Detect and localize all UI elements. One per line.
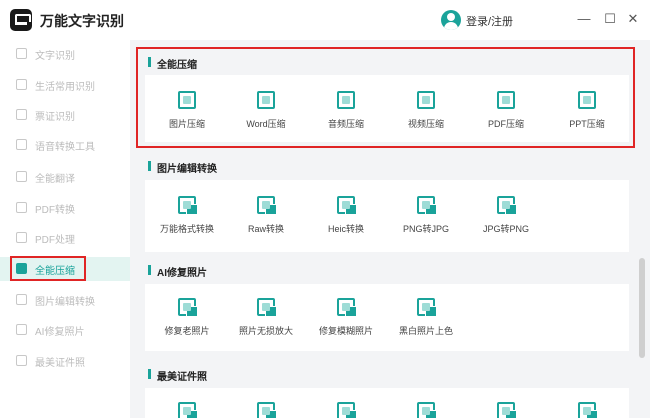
id-photo-tool-icon[interactable] xyxy=(257,402,277,418)
sidebar-item-label: 全能翻译 xyxy=(35,174,75,185)
id-photo-panel xyxy=(145,388,629,418)
scrollbar-thumb[interactable] xyxy=(639,258,645,358)
tool-label: 黑白照片上色 xyxy=(398,326,453,336)
app-title: 万能文字识别 xyxy=(40,13,124,29)
sidebar-item-label: 图片编辑转换 xyxy=(35,297,95,308)
sidebar-item-label: 票证识别 xyxy=(35,112,75,123)
tool-label: Heic转换 xyxy=(327,224,364,234)
tool-repair-blurry[interactable]: 修复模糊照片 xyxy=(306,298,386,348)
sidebar-item-label: AI修复照片 xyxy=(35,327,85,338)
tool-label: 照片无损放大 xyxy=(238,326,293,336)
title-bar: 万能文字识别 登录/注册 — ☐ ✕ xyxy=(0,0,650,40)
tool-png-to-jpg[interactable]: PNG转JPG xyxy=(386,196,466,246)
sidebar-item-translate[interactable]: 全能翻译 xyxy=(0,165,130,189)
heic-convert-icon xyxy=(337,196,357,215)
ai-repair-icon xyxy=(16,324,27,335)
section-marker xyxy=(148,265,151,275)
section-title-ai-repair: AI修复照片 xyxy=(157,268,207,279)
tool-colorize[interactable]: 黑白照片上色 xyxy=(386,298,466,348)
sidebar-item-image-edit[interactable]: 图片编辑转换 xyxy=(0,288,130,312)
sidebar-item-label: 最美证件照 xyxy=(35,358,85,369)
tool-label: Raw转换 xyxy=(247,224,284,234)
tool-repair-old-photo[interactable]: 修复老照片 xyxy=(147,298,227,348)
sidebar-item-label: 文字识别 xyxy=(35,51,75,62)
id-photo-tool-icon[interactable] xyxy=(417,402,437,418)
sidebar-item-voice-tools[interactable]: 语音转换工具 xyxy=(0,133,130,157)
tool-label: 修复老照片 xyxy=(164,326,210,336)
tool-label: 修复模糊照片 xyxy=(318,326,373,336)
id-photo-tool-icon[interactable] xyxy=(497,402,517,418)
enlarge-icon xyxy=(257,298,277,317)
sidebar-item-label: PDF转换 xyxy=(35,205,75,216)
sidebar-item-ticket-recognition[interactable]: 票证识别 xyxy=(0,103,130,127)
sidebar-item-label: PDF处理 xyxy=(35,235,75,246)
tool-heic-convert[interactable]: Heic转换 xyxy=(306,196,386,246)
raw-convert-icon xyxy=(257,196,277,215)
id-photo-icon xyxy=(16,355,27,366)
compress-section-highlight xyxy=(136,47,635,148)
colorize-icon xyxy=(417,298,437,317)
sidebar-item-label: 生活常用识别 xyxy=(35,82,95,93)
app-logo-icon xyxy=(10,9,32,31)
image-edit-panel: 万能格式转换 Raw转换 Heic转换 PNG转JPG JPG转PNG xyxy=(145,180,629,252)
tool-label: JPG转PNG xyxy=(482,224,529,234)
close-button[interactable]: ✕ xyxy=(624,10,642,28)
id-photo-tool-icon[interactable] xyxy=(178,402,198,418)
image-edit-icon xyxy=(16,294,27,305)
sidebar-item-id-photo[interactable]: 最美证件照 xyxy=(0,349,130,373)
section-marker xyxy=(148,369,151,379)
ai-repair-panel: 修复老照片 照片无损放大 修复模糊照片 黑白照片上色 xyxy=(145,284,629,351)
translate-icon xyxy=(16,171,27,182)
tool-raw-convert[interactable]: Raw转换 xyxy=(226,196,306,246)
life-icon xyxy=(16,79,27,90)
sidebar-item-pdf-convert[interactable]: PDF转换 xyxy=(0,196,130,220)
sidebar-item-life-recognition[interactable]: 生活常用识别 xyxy=(0,73,130,97)
ticket-icon xyxy=(16,109,27,120)
old-photo-icon xyxy=(178,298,198,317)
sidebar-item-label: 语音转换工具 xyxy=(35,142,95,153)
section-marker xyxy=(148,161,151,171)
pdf-process-icon xyxy=(16,232,27,243)
text-icon xyxy=(16,48,27,59)
pdf-convert-icon xyxy=(16,202,27,213)
maximize-button[interactable]: ☐ xyxy=(601,10,619,28)
image-convert-icon xyxy=(178,196,198,215)
user-avatar-icon[interactable] xyxy=(441,10,461,30)
active-item-highlight xyxy=(10,256,86,281)
section-title-id-photo: 最美证件照 xyxy=(157,372,207,383)
tool-lossless-enlarge[interactable]: 照片无损放大 xyxy=(226,298,306,348)
sidebar-item-text-recognition[interactable]: 文字识别 xyxy=(0,42,130,66)
scrollbar[interactable] xyxy=(639,40,647,418)
tool-label: 万能格式转换 xyxy=(159,224,214,234)
sidebar-item-pdf-process[interactable]: PDF处理 xyxy=(0,226,130,250)
sidebar-item-ai-repair[interactable]: AI修复照片 xyxy=(0,318,130,342)
sidebar: 文字识别 生活常用识别 票证识别 语音转换工具 全能翻译 PDF转换 PDF处理… xyxy=(0,40,130,418)
png-to-jpg-icon xyxy=(417,196,437,215)
blurry-photo-icon xyxy=(337,298,357,317)
minimize-button[interactable]: — xyxy=(575,10,593,28)
login-link[interactable]: 登录/注册 xyxy=(466,13,513,29)
section-title-image-edit: 图片编辑转换 xyxy=(157,164,217,175)
id-photo-tool-icon[interactable] xyxy=(337,402,357,418)
id-photo-tool-icon[interactable] xyxy=(578,402,598,418)
tool-label: PNG转JPG xyxy=(402,224,449,234)
jpg-to-png-icon xyxy=(497,196,517,215)
tool-jpg-to-png[interactable]: JPG转PNG xyxy=(466,196,546,246)
tool-universal-format[interactable]: 万能格式转换 xyxy=(147,196,227,246)
voice-icon xyxy=(16,139,27,150)
